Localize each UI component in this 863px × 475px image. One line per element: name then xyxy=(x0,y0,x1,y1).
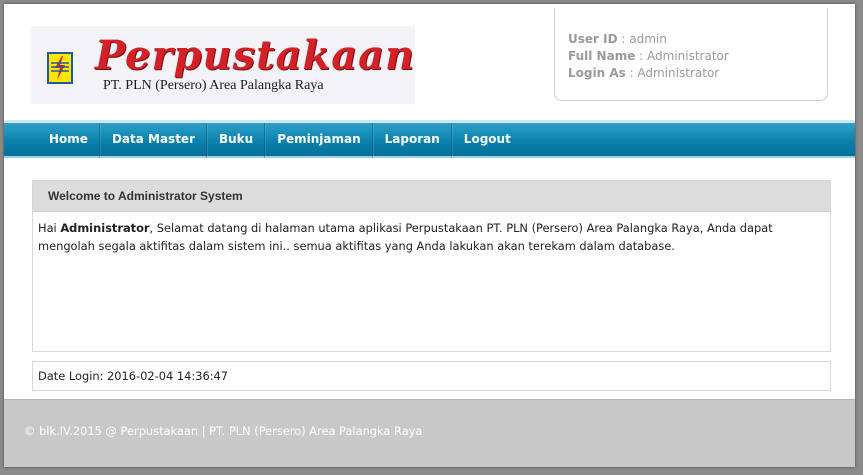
nav-item-buku[interactable]: Buku xyxy=(206,123,266,158)
nav-menu: Home Data Master Buku Peminjaman Laporan… xyxy=(38,123,522,158)
greeting-user: Administrator xyxy=(60,221,150,235)
logo[interactable]: Perpustakaan PT. PLN (Persero) Area Pala… xyxy=(31,26,415,104)
nav-item-peminjaman[interactable]: Peminjaman xyxy=(265,123,373,158)
user-id-label: User ID xyxy=(568,32,618,46)
date-login: Date Login: 2016-02-04 14:36:47 xyxy=(38,369,228,383)
login-as-row: Login As : Administrator xyxy=(568,66,720,80)
full-name-row: Full Name : Administrator xyxy=(568,49,729,63)
nav-item-laporan[interactable]: Laporan xyxy=(372,123,452,158)
welcome-title: Welcome to Administrator System xyxy=(48,189,243,203)
welcome-panel: Welcome to Administrator System Hai Admi… xyxy=(32,180,831,352)
user-id-value: admin xyxy=(629,32,667,46)
full-name-value: Administrator xyxy=(647,49,729,63)
header: Perpustakaan PT. PLN (Persero) Area Pala… xyxy=(4,4,855,120)
full-name-label: Full Name xyxy=(568,49,636,63)
date-login-panel: Date Login: 2016-02-04 14:36:47 xyxy=(32,361,831,391)
footer-copyright: © blk.IV.2015 @ Perpustakaan | PT. PLN (… xyxy=(24,424,423,438)
user-id-row: User ID : admin xyxy=(568,32,667,46)
nav-item-data-master[interactable]: Data Master xyxy=(99,123,207,158)
greeting: Hai xyxy=(38,221,57,235)
logo-title: Perpustakaan xyxy=(95,32,416,79)
welcome-panel-header: Welcome to Administrator System xyxy=(33,181,830,212)
footer: © blk.IV.2015 @ Perpustakaan | PT. PLN (… xyxy=(4,399,855,467)
welcome-message: Hai Administrator, Selamat datang di hal… xyxy=(38,219,826,255)
nav-item-home[interactable]: Home xyxy=(38,123,100,158)
login-as-label: Login As xyxy=(568,66,626,80)
page-frame: Perpustakaan PT. PLN (Persero) Area Pala… xyxy=(4,4,855,467)
login-as-value: Administrator xyxy=(637,66,720,80)
date-login-value: 2016-02-04 14:36:47 xyxy=(107,369,229,383)
main-nav: Home Data Master Buku Peminjaman Laporan… xyxy=(4,120,855,158)
date-login-label: Date Login: xyxy=(38,369,104,383)
pln-lightning-icon xyxy=(47,52,73,84)
user-info-panel: User ID : admin Full Name : Administrato… xyxy=(554,8,828,101)
nav-item-logout[interactable]: Logout xyxy=(451,123,522,158)
logo-subtitle: PT. PLN (Persero) Area Palangka Raya xyxy=(103,78,324,93)
